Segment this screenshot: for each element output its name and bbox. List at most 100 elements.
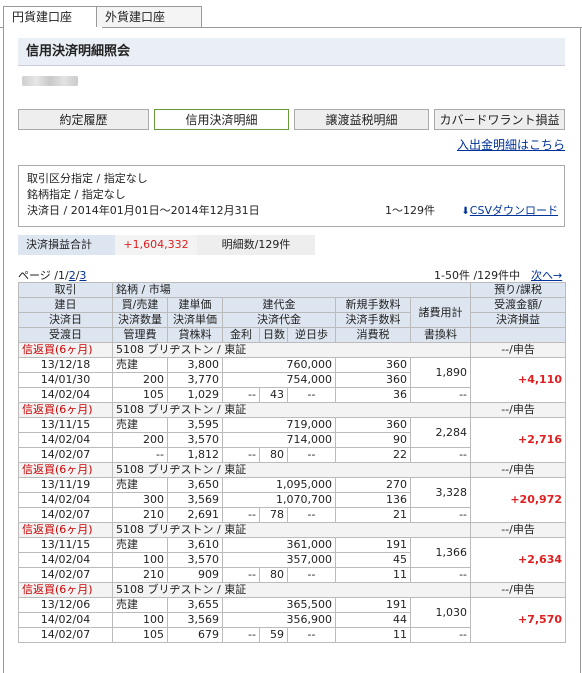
pager: ページ /1/2/3 bbox=[18, 267, 86, 283]
cell: 14/02/07 bbox=[18, 567, 113, 583]
detail-count: 明細数/129件 bbox=[197, 235, 315, 255]
cell: 3,655 bbox=[167, 597, 223, 613]
page-title: 信用決済明細照会 bbox=[18, 38, 565, 66]
margin-settlement-button[interactable]: 信用決済明細 bbox=[154, 109, 289, 130]
cell: 200 bbox=[112, 372, 168, 388]
cell: 3,569 bbox=[167, 492, 223, 508]
col-header: 建単価 bbox=[167, 297, 223, 313]
trade-type-condition: 取引区分指定 / 指定なし bbox=[27, 172, 148, 185]
cell: -- bbox=[222, 627, 260, 643]
cell: 719,000 bbox=[222, 417, 336, 433]
cell: 360 bbox=[335, 357, 411, 373]
cell: 1,070,700 bbox=[222, 492, 336, 508]
col-header: 決済数量 bbox=[112, 312, 168, 328]
cell: 200 bbox=[112, 432, 168, 448]
cell: 210 bbox=[112, 507, 168, 523]
cell: 105 bbox=[112, 627, 168, 643]
covered-warrant-button[interactable]: カバードワラント損益 bbox=[434, 109, 565, 130]
deposit-history-link[interactable]: 入出金明細はこちら bbox=[457, 136, 565, 153]
cell: 357,000 bbox=[222, 552, 336, 568]
csv-download[interactable]: ⬇CSVダウンロード bbox=[461, 203, 558, 220]
tab-jpy-account[interactable]: 円貨建口座 bbox=[3, 6, 103, 28]
tab-foreign-account[interactable]: 外貨建口座 bbox=[96, 6, 202, 27]
col-header: 貸株料 bbox=[167, 327, 223, 343]
cell: -- bbox=[409, 387, 472, 403]
cell: 3,328 bbox=[409, 477, 472, 508]
cell: 13/11/15 bbox=[18, 537, 113, 553]
col-header: 新規手数料 bbox=[335, 297, 411, 313]
col-header: 決済日 bbox=[18, 312, 113, 328]
cell: 360 bbox=[335, 372, 411, 388]
cell: 360 bbox=[335, 417, 411, 433]
result-range: 1〜129件 bbox=[385, 204, 435, 217]
cell: 90 bbox=[335, 432, 411, 448]
pl-total-value: +1,604,332 bbox=[115, 235, 197, 255]
cell: 1,812 bbox=[167, 447, 223, 463]
cell: -- bbox=[287, 627, 336, 643]
header-row-1: 取引 銘柄 / 市場 預り/課税 bbox=[18, 282, 567, 298]
cell: 136 bbox=[335, 492, 411, 508]
cell: 44 bbox=[335, 612, 411, 628]
cell: 11 bbox=[335, 627, 411, 643]
cell: 13/12/06 bbox=[18, 597, 113, 613]
capital-gains-tax-button[interactable]: 譲渡益税明細 bbox=[294, 109, 429, 130]
account-number-blurred bbox=[22, 76, 78, 86]
cell: -- bbox=[409, 447, 472, 463]
cell: 78 bbox=[259, 507, 288, 523]
cell: -- bbox=[287, 387, 336, 403]
cell: 100 bbox=[112, 552, 168, 568]
cell: 14/02/04 bbox=[18, 612, 113, 628]
pl-cell: +4,110 bbox=[470, 357, 567, 403]
cell: 760,000 bbox=[222, 357, 336, 373]
group-header-row: 信返買(6ヶ月) 5108 ブリヂストン / 東証 --/申告 bbox=[18, 522, 567, 538]
col-header: 建代金 bbox=[222, 297, 336, 313]
col-header: 決済手数料 bbox=[335, 312, 411, 328]
header-row-4: 受渡日 管理費 貸株料 金利 日数 逆日歩 消費税 書換料 bbox=[18, 327, 567, 343]
cell: 80 bbox=[259, 447, 288, 463]
cell: --/申告 bbox=[470, 402, 567, 418]
cell: 714,000 bbox=[222, 432, 336, 448]
pl-cell: +2,716 bbox=[470, 417, 567, 463]
col-header: 諸費用計 bbox=[409, 297, 472, 328]
table-row: 13/11/15 売建 3,595 719,000 360 2,284 +2,716 bbox=[18, 417, 567, 463]
cell: 36 bbox=[335, 387, 411, 403]
col-header: 決済損益 bbox=[470, 312, 567, 328]
col-header bbox=[470, 327, 567, 343]
cell: 14/02/07 bbox=[18, 627, 113, 643]
header-row-3: 決済日 決済数量 決済単価 決済代金 決済手数料 決済損益 bbox=[18, 312, 567, 328]
col-header: 受渡日 bbox=[18, 327, 113, 343]
col-header: 預り/課税 bbox=[470, 282, 567, 298]
cell: 11 bbox=[335, 567, 411, 583]
group-header-row: 信返買(6ヶ月) 5108 ブリヂストン / 東証 --/申告 bbox=[18, 462, 567, 478]
cell: 3,570 bbox=[167, 552, 223, 568]
cell: 1,030 bbox=[409, 597, 472, 628]
page-3-link[interactable]: 3 bbox=[79, 269, 86, 282]
cell: 信返買(6ヶ月) bbox=[18, 582, 113, 598]
cell: 14/02/04 bbox=[18, 492, 113, 508]
page-2-link[interactable]: 2 bbox=[69, 269, 76, 282]
cell: 21 bbox=[335, 507, 411, 523]
issue-cell: 5108 ブリヂストン / 東証 bbox=[111, 342, 472, 358]
cell: 売建 bbox=[112, 597, 168, 613]
pager-prefix: ページ / bbox=[18, 269, 58, 282]
cell: 信返買(6ヶ月) bbox=[18, 462, 113, 478]
cell: 3,650 bbox=[167, 477, 223, 493]
cell: 14/02/07 bbox=[18, 447, 113, 463]
cell: 3,570 bbox=[167, 432, 223, 448]
cell: 売建 bbox=[112, 357, 168, 373]
cell: 909 bbox=[167, 567, 223, 583]
cell: 14/01/30 bbox=[18, 372, 113, 388]
cell: 3,770 bbox=[167, 372, 223, 388]
trade-history-button[interactable]: 約定履歴 bbox=[18, 109, 149, 130]
col-header: 消費税 bbox=[335, 327, 411, 343]
cell: -- bbox=[409, 507, 472, 523]
header-row-2: 建日 買/売建 建単価 建代金 新規手数料 諸費用計 受渡金額/ bbox=[18, 297, 567, 328]
issue-cell: 5108 ブリヂストン / 東証 bbox=[111, 462, 472, 478]
csv-download-link[interactable]: CSVダウンロード bbox=[470, 204, 558, 217]
next-page-link[interactable]: 次へ→ bbox=[531, 267, 562, 283]
col-header: 買/売建 bbox=[112, 297, 168, 313]
cell: 754,000 bbox=[222, 372, 336, 388]
cell: 信返買(6ヶ月) bbox=[18, 342, 113, 358]
cell: 信返買(6ヶ月) bbox=[18, 522, 113, 538]
cell: -- bbox=[287, 507, 336, 523]
